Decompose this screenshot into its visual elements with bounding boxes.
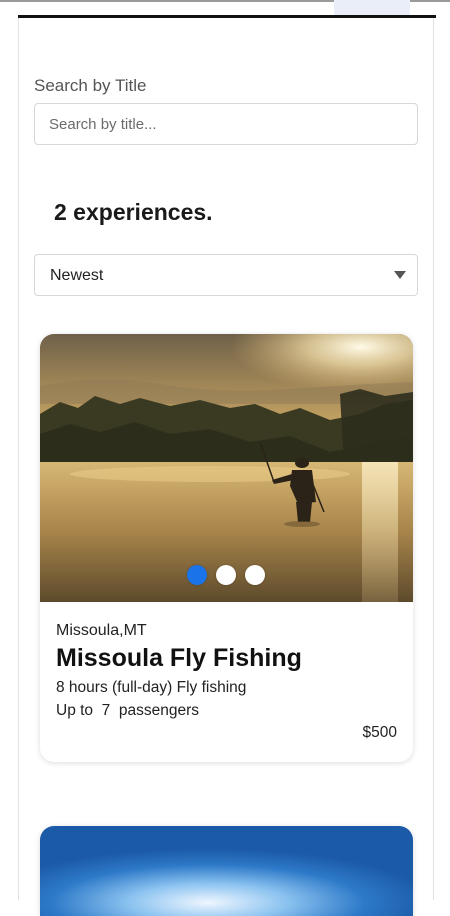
search-input[interactable] [34,103,418,145]
listing-photo [40,334,413,602]
experience-card-2[interactable] [40,826,413,916]
page-top-border [18,15,436,18]
experience-card[interactable]: Missoula,MT Missoula Fly Fishing 8 hours… [40,334,413,762]
carousel-dot-1[interactable] [187,565,207,585]
carousel-dots [187,565,265,585]
carousel-dot-3[interactable] [245,565,265,585]
listing-capacity: Up to 7 passengers [56,702,200,719]
listing-title[interactable]: Missoula Fly Fishing [56,644,302,673]
listing-photo-2 [40,826,413,916]
search-label: Search by Title [34,76,147,95]
top-tab-highlight [334,0,410,15]
sort-select-value: Newest [50,267,104,284]
chevron-down-icon [394,271,406,279]
listing-duration: 8 hours (full-day) Fly fishing [56,679,247,696]
carousel-dot-2[interactable] [216,565,236,585]
listing-price: $500 [362,724,397,741]
sort-select[interactable]: Newest [34,254,418,296]
listing-location: Missoula,MT [56,622,147,639]
browser-top-strip [0,0,450,16]
results-count: 2 experiences. [54,199,213,225]
